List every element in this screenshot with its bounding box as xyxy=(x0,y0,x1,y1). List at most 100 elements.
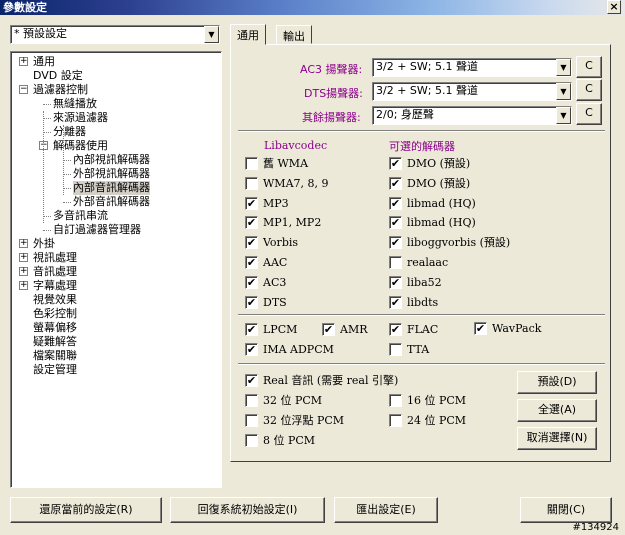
tree-expander-icon[interactable]: + xyxy=(19,267,28,276)
checkbox-box[interactable] xyxy=(389,256,402,269)
tree-item[interactable]: 外掛 xyxy=(33,237,55,251)
tree-item[interactable]: 多音訊串流 xyxy=(53,209,108,223)
checkbox[interactable]: 16 位 PCM xyxy=(389,394,466,408)
checkbox[interactable]: 32 位 PCM xyxy=(245,394,322,408)
tree-expander-icon[interactable]: − xyxy=(19,85,28,94)
checkmark-icon[interactable]: ✔ xyxy=(245,216,258,230)
tree-item[interactable]: 螢幕偏移 xyxy=(33,321,77,335)
checkbox-box[interactable] xyxy=(389,394,402,407)
checkbox-box[interactable] xyxy=(245,157,258,170)
close-dialog-button[interactable]: 關閉(C) xyxy=(520,497,612,523)
checkbox[interactable]: ✔ AC3 xyxy=(245,275,286,290)
tree-item[interactable]: DVD 設定 xyxy=(33,69,83,83)
preset-select[interactable]: * 預設設定 ▼ xyxy=(10,25,220,44)
checkbox-box[interactable] xyxy=(245,176,258,190)
checkmark-icon[interactable]: ✔ xyxy=(389,216,402,230)
checkmark-icon[interactable]: ✔ xyxy=(245,236,258,250)
tree-expander-icon[interactable]: + xyxy=(19,281,28,290)
tree-item[interactable]: 色彩控制 xyxy=(33,307,77,321)
checkmark-icon[interactable]: ✔ xyxy=(245,295,258,309)
checkbox[interactable]: ✔ AAC xyxy=(245,256,287,270)
checkmark-icon[interactable]: ✔ xyxy=(245,323,258,336)
checkbox-box[interactable] xyxy=(245,414,258,427)
checkmark-icon[interactable]: ✔ xyxy=(245,275,258,289)
checkmark-icon[interactable]: ✔ xyxy=(389,176,402,190)
other-config-button[interactable]: C xyxy=(576,103,602,125)
checkbox[interactable]: ✔ AMR xyxy=(322,323,368,337)
checkmark-icon[interactable]: ✔ xyxy=(389,275,402,289)
tree-item[interactable]: 分離器 xyxy=(53,125,86,139)
checkmark-icon[interactable]: ✔ xyxy=(389,236,402,250)
restore-settings-button[interactable]: 還原當前的設定(R) xyxy=(10,497,162,523)
tree-item[interactable]: 音訊處理 xyxy=(33,265,77,279)
tree-item[interactable]: 內部音訊解碼器 xyxy=(73,181,150,195)
checkbox[interactable]: ✔ WavPack xyxy=(474,322,541,336)
checkmark-icon[interactable]: ✔ xyxy=(245,343,258,356)
checkbox[interactable]: 8 位 PCM xyxy=(245,434,315,448)
checkbox[interactable]: 舊 WMA xyxy=(245,157,308,171)
chevron-down-icon[interactable]: ▼ xyxy=(556,107,571,124)
checkbox[interactable]: ✔ MP3 xyxy=(245,196,289,211)
checkbox[interactable]: ✔ Vorbis xyxy=(245,236,298,250)
ac3-speaker-select[interactable]: 3/2 + SW; 5.1 聲道 ▼ xyxy=(372,58,572,77)
checkbox[interactable]: ✔ libmad (HQ) xyxy=(389,216,476,230)
checkbox[interactable]: ✔ DMO (預設) xyxy=(389,157,470,171)
tree-item[interactable]: 視訊處理 xyxy=(33,251,77,265)
checkbox-box[interactable] xyxy=(389,343,402,356)
tree-item[interactable]: 解碼器使用 xyxy=(53,139,108,153)
tree-item[interactable]: 過濾器控制 xyxy=(33,83,88,97)
checkmark-icon[interactable]: ✔ xyxy=(389,157,402,170)
deselect-all-button[interactable]: 取消選擇(N) xyxy=(517,427,597,450)
checkbox[interactable]: ✔ liboggvorbis (預設) xyxy=(389,236,510,250)
tree-item[interactable]: 疑難解答 xyxy=(33,335,77,349)
select-all-button[interactable]: 全選(A) xyxy=(517,399,597,422)
tree-expander-icon[interactable]: + xyxy=(19,253,28,262)
checkbox[interactable]: ✔ libdts xyxy=(389,295,438,310)
export-settings-button[interactable]: 匯出設定(E) xyxy=(334,497,438,523)
checkmark-icon[interactable]: ✔ xyxy=(389,323,402,336)
default-button[interactable]: 預設(D) xyxy=(517,371,597,394)
checkbox[interactable]: ✔ LPCM xyxy=(245,323,297,337)
tab-output[interactable]: 輸出 xyxy=(276,25,312,44)
checkbox[interactable]: ✔ DMO (預設) xyxy=(389,176,470,191)
tab-general[interactable]: 通用 xyxy=(230,24,266,45)
checkbox[interactable]: ✔ FLAC xyxy=(389,323,438,337)
checkbox[interactable]: ✔ Real 音訊 (需要 real 引擎) xyxy=(245,374,398,388)
close-button[interactable]: × xyxy=(607,0,621,14)
checkbox[interactable]: 32 位浮點 PCM xyxy=(245,414,344,428)
checkbox[interactable]: ✔ MP1, MP2 xyxy=(245,216,321,230)
tree-item[interactable]: 內部視訊解碼器 xyxy=(73,153,150,167)
checkbox[interactable]: 24 位 PCM xyxy=(389,414,466,428)
checkmark-icon[interactable]: ✔ xyxy=(245,374,258,387)
chevron-down-icon[interactable]: ▼ xyxy=(204,26,219,43)
checkbox[interactable]: ✔ DTS xyxy=(245,295,287,310)
tree-item[interactable]: 字幕處理 xyxy=(33,279,77,293)
checkmark-icon[interactable]: ✔ xyxy=(474,322,487,335)
checkmark-icon[interactable]: ✔ xyxy=(322,323,335,336)
dts-speaker-select[interactable]: 3/2 + SW; 5.1 聲道 ▼ xyxy=(372,82,572,101)
checkbox[interactable]: ✔ liba52 xyxy=(389,275,442,290)
tree-item[interactable]: 外部視訊解碼器 xyxy=(73,167,150,181)
tree-item[interactable]: 檔案關聯 xyxy=(33,349,77,363)
tree-item[interactable]: 來源過濾器 xyxy=(53,111,108,125)
chevron-down-icon[interactable]: ▼ xyxy=(556,59,571,76)
tree-expander-icon[interactable]: + xyxy=(19,57,28,66)
checkbox[interactable]: realaac xyxy=(389,256,448,270)
tree-expander-icon[interactable]: + xyxy=(19,239,28,248)
checkbox-box[interactable] xyxy=(245,434,258,447)
checkbox-box[interactable] xyxy=(245,394,258,407)
reset-defaults-button[interactable]: 回復系統初始設定(I) xyxy=(170,497,325,523)
dts-config-button[interactable]: C xyxy=(576,79,602,101)
other-speaker-select[interactable]: 2/0; 身歷聲 ▼ xyxy=(372,106,572,125)
checkbox[interactable]: TTA xyxy=(389,343,429,357)
settings-tree[interactable]: + 通用 DVD 設定 − 過濾器控制 無縫播放 來源過濾器 分離器 − 解碼器使用 內部視訊解碼器… xyxy=(10,51,222,488)
tree-item[interactable]: 通用 xyxy=(33,55,55,69)
checkbox[interactable]: WMA7, 8, 9 xyxy=(245,176,329,191)
chevron-down-icon[interactable]: ▼ xyxy=(556,83,571,100)
ac3-config-button[interactable]: C xyxy=(576,56,602,78)
tree-item[interactable]: 無縫播放 xyxy=(53,97,97,111)
checkbox[interactable]: ✔ libmad (HQ) xyxy=(389,196,476,211)
tree-item[interactable]: 外部音訊解碼器 xyxy=(73,195,150,209)
tree-item[interactable]: 視覺效果 xyxy=(33,293,77,307)
checkmark-icon[interactable]: ✔ xyxy=(389,295,402,309)
